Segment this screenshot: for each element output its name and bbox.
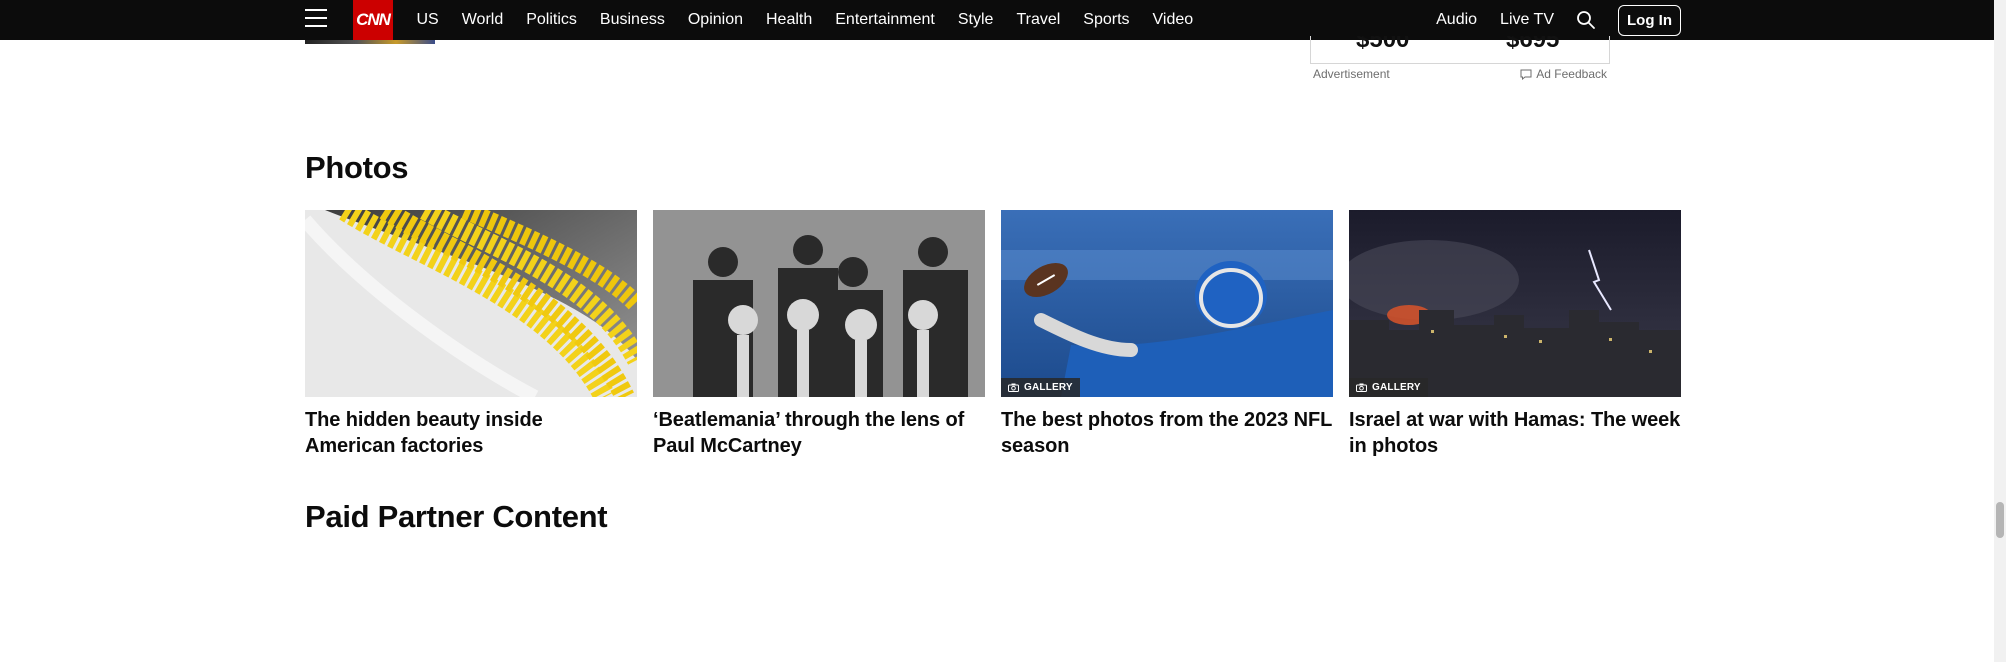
ad-feedback-link[interactable]: Ad Feedback	[1520, 67, 1607, 81]
photos-card-row: The hidden beauty inside American factor…	[305, 210, 1681, 459]
nav-item-video[interactable]: Video	[1153, 11, 1194, 29]
secondary-nav: Audio Live TV Log In	[1413, 0, 1681, 40]
photo-card-headline[interactable]: Israel at war with Hamas: The week in ph…	[1349, 407, 1681, 459]
photo-card[interactable]: GALLERY The best photos from the 2023 NF…	[1001, 210, 1333, 459]
menu-icon[interactable]	[305, 9, 327, 29]
advertisement-box[interactable]: $500 $695	[1310, 36, 1610, 64]
scrollbar-thumb[interactable]	[1996, 502, 2004, 538]
gallery-badge: GALLERY	[1349, 378, 1428, 397]
comment-icon	[1520, 69, 1532, 80]
cnn-logo[interactable]: CNN	[353, 0, 393, 40]
nav-item-opinion[interactable]: Opinion	[688, 11, 743, 29]
photo-card-image[interactable]: GALLERY	[1001, 210, 1333, 397]
nav-item-style[interactable]: Style	[958, 11, 994, 29]
photo-card-image[interactable]: GALLERY	[1349, 210, 1681, 397]
photo-card[interactable]: ‘Beatlemania’ through the lens of Paul M…	[653, 210, 985, 459]
nav-item-audio[interactable]: Audio	[1436, 11, 1477, 29]
page-scrollbar[interactable]	[1994, 0, 2006, 662]
ad-feedback-label: Ad Feedback	[1536, 67, 1607, 81]
photo-card-headline[interactable]: The best photos from the 2023 NFL season	[1001, 407, 1333, 459]
top-nav-bar: CNN US World Politics Business Opinion H…	[0, 0, 1994, 40]
section-title-photos: Photos	[305, 150, 409, 185]
nav-item-world[interactable]: World	[462, 11, 504, 29]
nav-item-live-tv[interactable]: Live TV	[1500, 11, 1554, 29]
photo-card[interactable]: GALLERY Israel at war with Hamas: The we…	[1349, 210, 1681, 459]
gallery-badge-label: GALLERY	[1372, 382, 1421, 393]
nav-item-politics[interactable]: Politics	[526, 11, 577, 29]
nav-item-entertainment[interactable]: Entertainment	[835, 11, 935, 29]
nav-item-health[interactable]: Health	[766, 11, 812, 29]
ad-meta-row: Advertisement Ad Feedback	[1313, 67, 1607, 81]
section-title-paid-partner-content: Paid Partner Content	[305, 499, 608, 534]
nav-item-business[interactable]: Business	[600, 11, 665, 29]
search-icon[interactable]	[1576, 10, 1596, 30]
photo-card[interactable]: The hidden beauty inside American factor…	[305, 210, 637, 459]
photo-card-image[interactable]	[305, 210, 637, 397]
photo-card-image[interactable]	[653, 210, 985, 397]
login-button[interactable]: Log In	[1618, 4, 1681, 36]
camera-icon	[1356, 383, 1367, 392]
nav-item-us[interactable]: US	[417, 11, 439, 29]
gallery-badge: GALLERY	[1001, 378, 1080, 397]
photo-card-headline[interactable]: ‘Beatlemania’ through the lens of Paul M…	[653, 407, 985, 459]
ad-price: $500	[1356, 36, 1410, 53]
photo-card-headline[interactable]: The hidden beauty inside American factor…	[305, 407, 637, 459]
ad-price: $695	[1506, 36, 1560, 53]
primary-nav: US World Politics Business Opinion Healt…	[405, 0, 1205, 40]
nav-item-sports[interactable]: Sports	[1083, 11, 1129, 29]
camera-icon	[1008, 383, 1019, 392]
advertisement-label: Advertisement	[1313, 67, 1390, 81]
gallery-badge-label: GALLERY	[1024, 382, 1073, 393]
previous-article-thumbnail[interactable]	[305, 40, 435, 44]
nav-item-travel[interactable]: Travel	[1016, 11, 1060, 29]
